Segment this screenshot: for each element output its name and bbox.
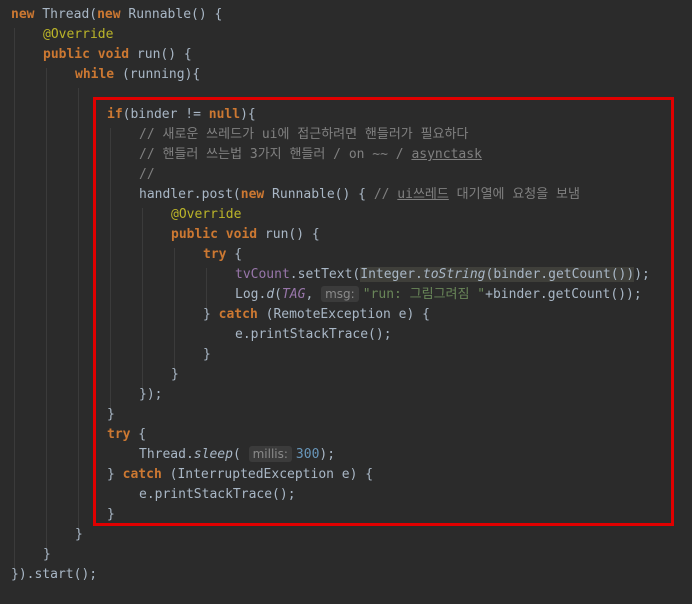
code-text: run() {: [129, 47, 192, 62]
code-line[interactable]: new Thread(new Runnable() {: [0, 5, 222, 25]
code-line[interactable]: while (running){: [0, 65, 200, 85]
code-text: Runnable() {: [120, 7, 223, 22]
annotation: @Override: [43, 27, 114, 42]
keyword: while: [75, 67, 115, 82]
red-highlight-box: [93, 97, 674, 526]
code-line[interactable]: }: [0, 545, 51, 565]
code-editor[interactable]: new Thread(new Runnable() { @Override pu…: [0, 0, 692, 604]
code-text: Thread(: [34, 7, 98, 22]
code-text: }: [75, 527, 83, 542]
code-text: (running){: [114, 67, 201, 82]
code-line[interactable]: @Override: [0, 25, 113, 45]
code-line[interactable]: }).start();: [0, 565, 97, 585]
code-text: }).start();: [11, 567, 98, 582]
keyword: new: [97, 7, 121, 22]
code-text: }: [43, 547, 51, 562]
keyword: public: [43, 47, 90, 62]
code-line[interactable]: }: [0, 525, 83, 545]
keyword: void: [89, 47, 130, 62]
keyword: new: [11, 7, 35, 22]
code-line[interactable]: public void run() {: [0, 45, 192, 65]
